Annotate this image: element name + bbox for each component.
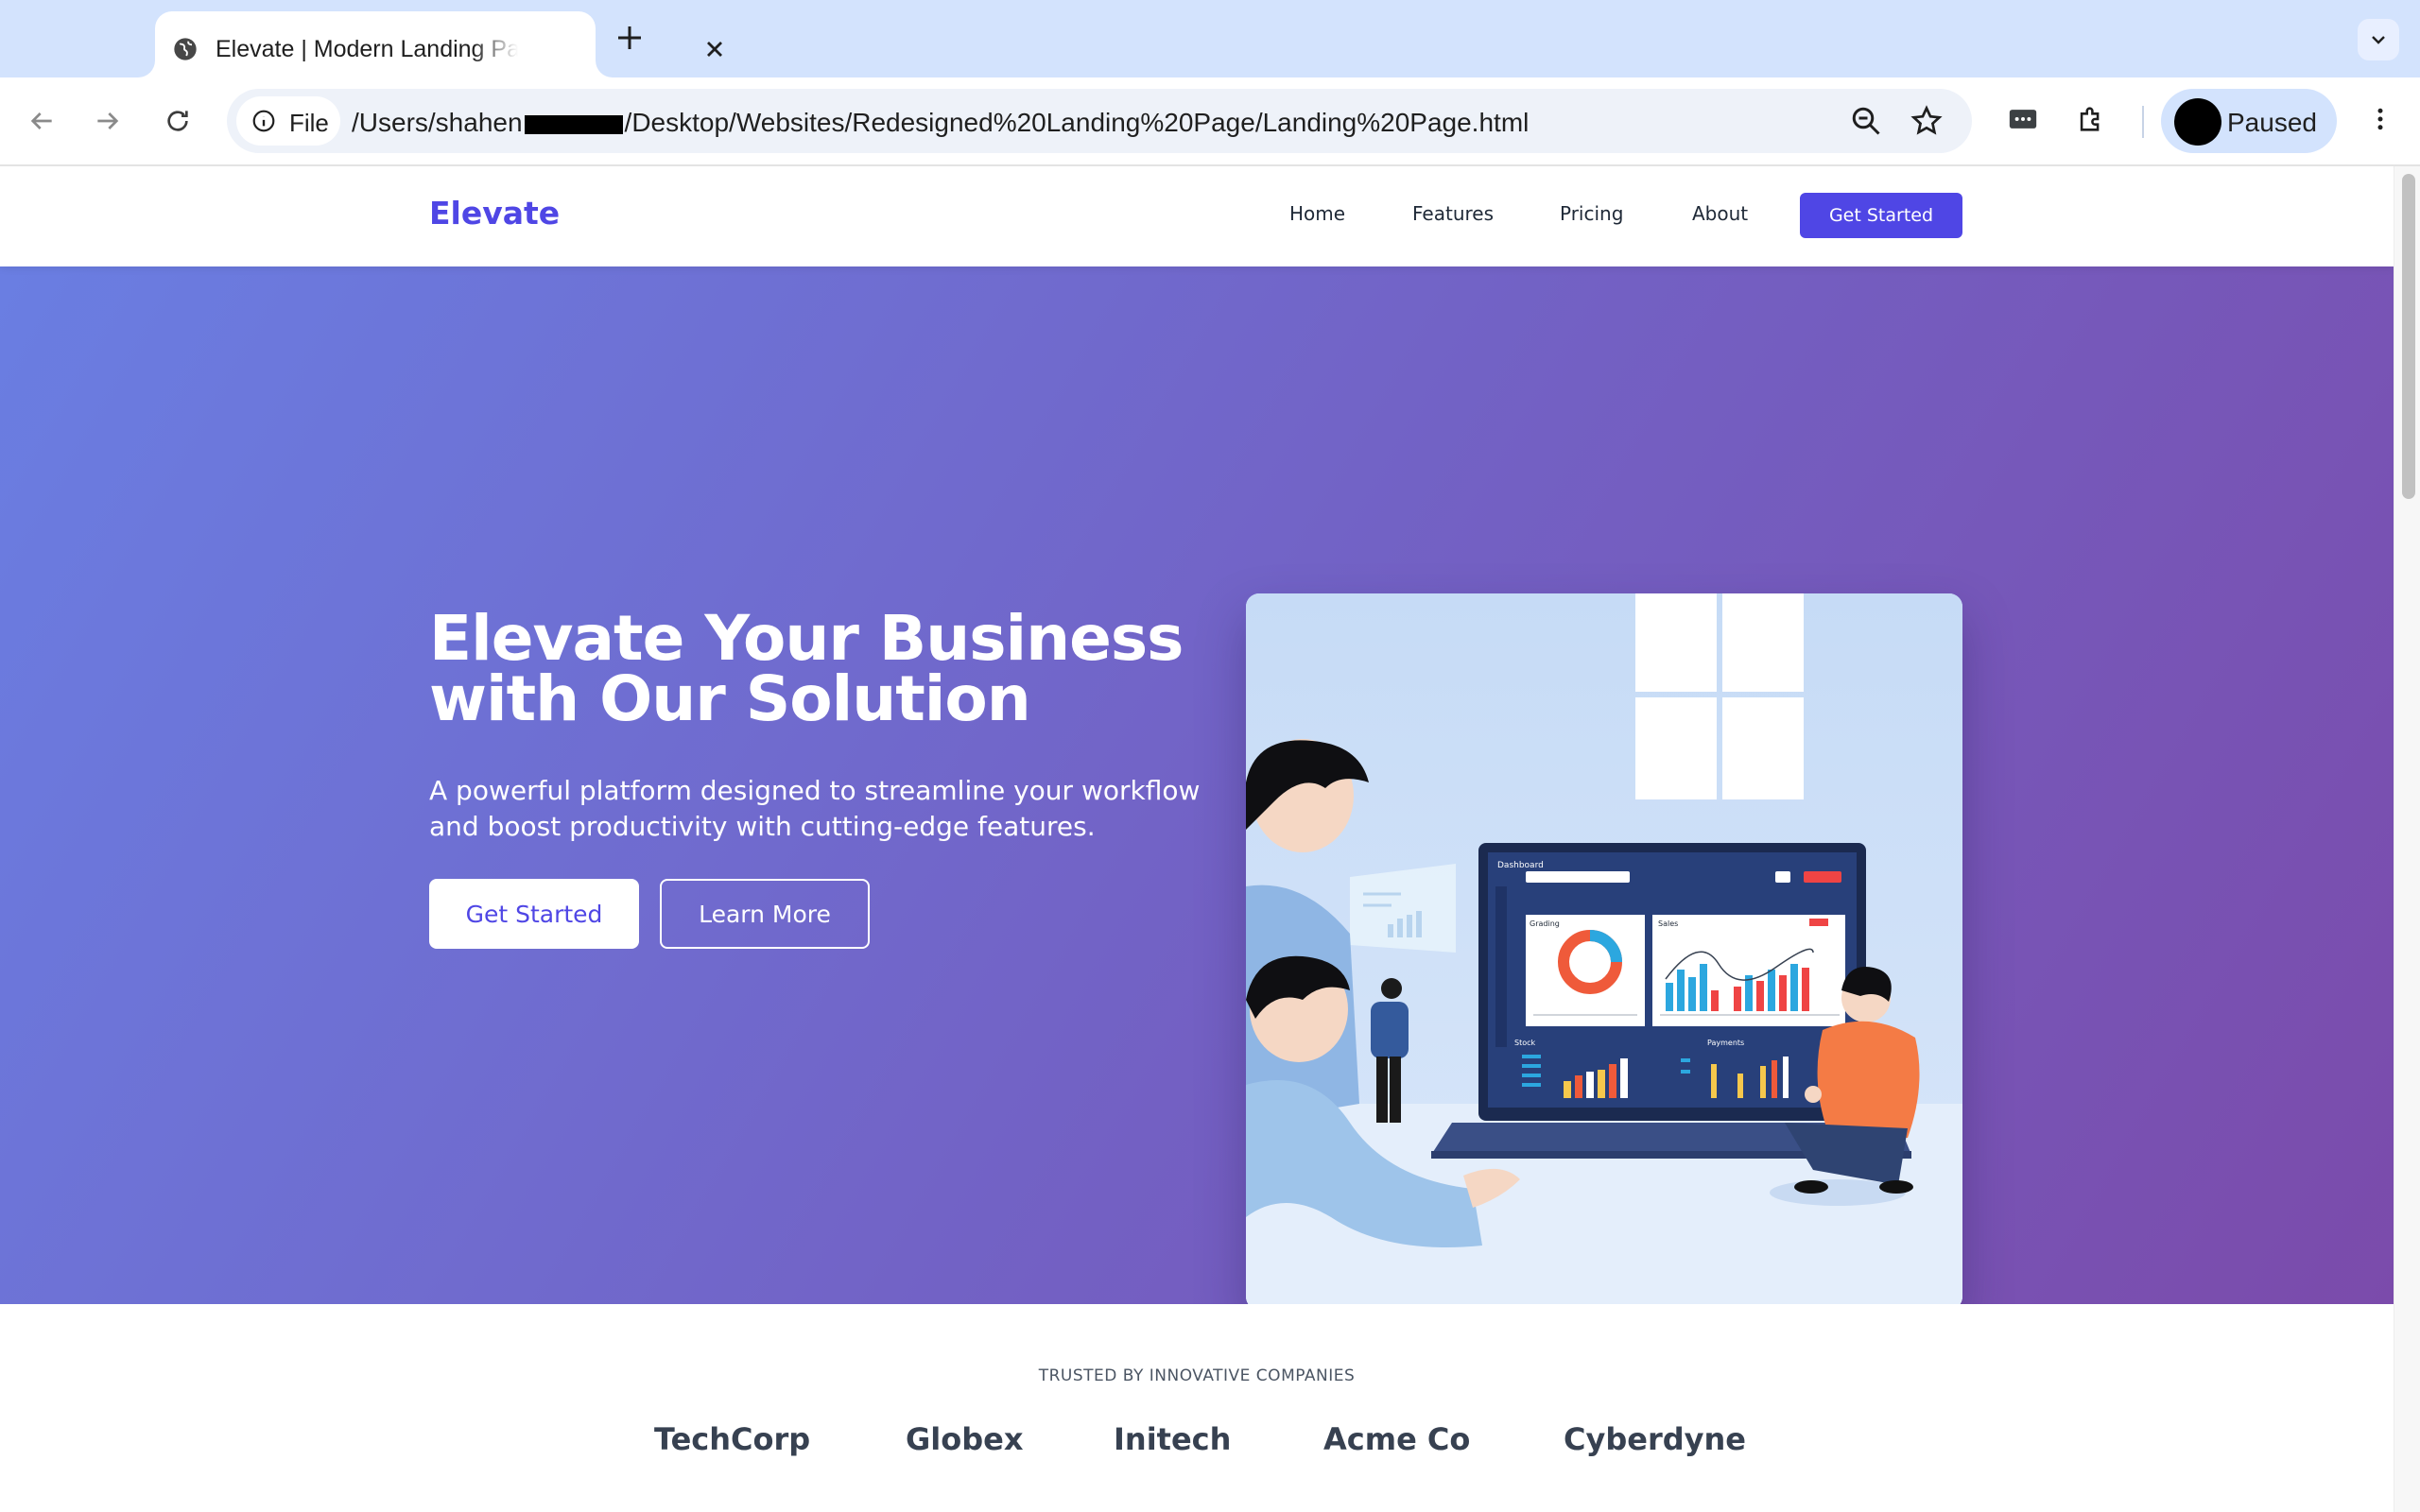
site-header: Elevate Home Features Pricing About Get … [0,166,2394,266]
url-suffix: /Desktop/Websites/Redesigned%20Landing%2… [624,108,1530,137]
toolbar-divider [2142,106,2144,138]
extensions-button[interactable] [2070,98,2112,140]
forward-button[interactable] [85,98,130,144]
chevron-down-icon [2372,36,2385,44]
hero-learn-more-button[interactable]: Learn More [660,879,870,949]
avatar [2174,98,2221,146]
nav-link-about[interactable]: About [1692,202,1748,225]
page-scrollbar[interactable] [2394,166,2420,1512]
hero-subtitle-line-2: and boost productivity with cutting-edge… [429,811,1096,842]
zoom-icon[interactable] [1849,104,1883,138]
new-tab-plus-icon[interactable] [613,21,647,55]
company-logo-globex: Globex [906,1421,1024,1457]
nav-get-started-button[interactable]: Get Started [1800,193,1962,238]
card-left-title: Grading [1530,919,1560,928]
password-dots-icon [2009,110,2037,129]
trusted-by-section: TRUSTED BY INNOVATIVE COMPANIES TechCorp… [0,1304,2394,1512]
site-info-label: File [289,109,329,137]
dashboard-title: Dashboard [1497,861,1544,870]
reload-button[interactable] [155,98,200,144]
hero-title-line-2: with Our Solution [429,662,1031,735]
browser-toolbar: File /Users/shahen/Desktop/Websites/Rede… [0,77,2420,166]
dashboard-team-illustration: Dashboard Grading Sales Stock Payments [1246,593,1962,1310]
hero-section: Elevate Your Business with Our Solution … [0,266,2394,1310]
profile-button[interactable]: Paused [2161,89,2337,153]
hero-title: Elevate Your Business with Our Solution [429,608,1204,730]
arrow-right-icon [97,112,119,129]
nav-link-home[interactable]: Home [1289,202,1345,225]
info-icon [252,110,275,132]
redaction-bar [524,114,623,134]
company-logo-techcorp: TechCorp [654,1421,811,1457]
site-info-chip[interactable]: File [236,96,340,146]
nav-link-pricing[interactable]: Pricing [1560,202,1623,225]
site-logo[interactable]: Elevate [429,195,560,232]
hero-subtitle: A powerful platform designed to streamli… [429,773,1204,845]
scrollbar-thumb[interactable] [2402,174,2415,499]
puzzle-icon [2080,107,2100,131]
password-manager-button[interactable] [2002,98,2044,140]
page-viewport: Elevate Home Features Pricing About Get … [0,166,2394,1512]
globe-icon [174,38,197,60]
url-prefix: /Users/shahen [352,108,523,137]
address-bar[interactable]: File /Users/shahen/Desktop/Websites/Rede… [227,89,1972,153]
floating-chart-panel [1350,864,1456,953]
profile-status: Paused [2227,108,2317,137]
browser-tab-active[interactable]: Elevate | Modern Landing Page [155,11,722,77]
hero-subtitle-line-1: A powerful platform designed to streamli… [429,775,1201,806]
lower-left-title: Stock [1514,1039,1536,1047]
company-logo-acme-co: Acme Co [1323,1421,1471,1457]
browser-tabstrip: Elevate | Modern Landing Page [0,0,2420,77]
company-logo-initech: Initech [1114,1421,1232,1457]
trusted-label: TRUSTED BY INNOVATIVE COMPANIES [1038,1366,1356,1385]
back-button[interactable] [19,98,64,144]
close-tab-icon[interactable] [701,36,728,62]
card-right-title: Sales [1658,919,1678,928]
lower-right-title: Payments [1707,1039,1744,1047]
nav-link-features[interactable]: Features [1412,202,1494,225]
hero-illustration: Dashboard Grading Sales Stock Payments [1246,593,1962,1310]
browser-menu-button[interactable] [2360,98,2401,140]
arrow-left-icon [30,112,52,129]
hero-get-started-button[interactable]: Get Started [429,879,639,949]
url-text[interactable]: /Users/shahen/Desktop/Websites/Redesigne… [352,108,1529,138]
company-logo-cyberdyne: Cyberdyne [1564,1421,1746,1457]
reload-icon [167,111,188,131]
more-vertical-icon [2377,108,2383,130]
tab-search-button[interactable] [2358,19,2399,60]
tab-title: Elevate | Modern Landing Page [216,36,518,62]
bookmark-star-icon[interactable] [1910,104,1944,138]
